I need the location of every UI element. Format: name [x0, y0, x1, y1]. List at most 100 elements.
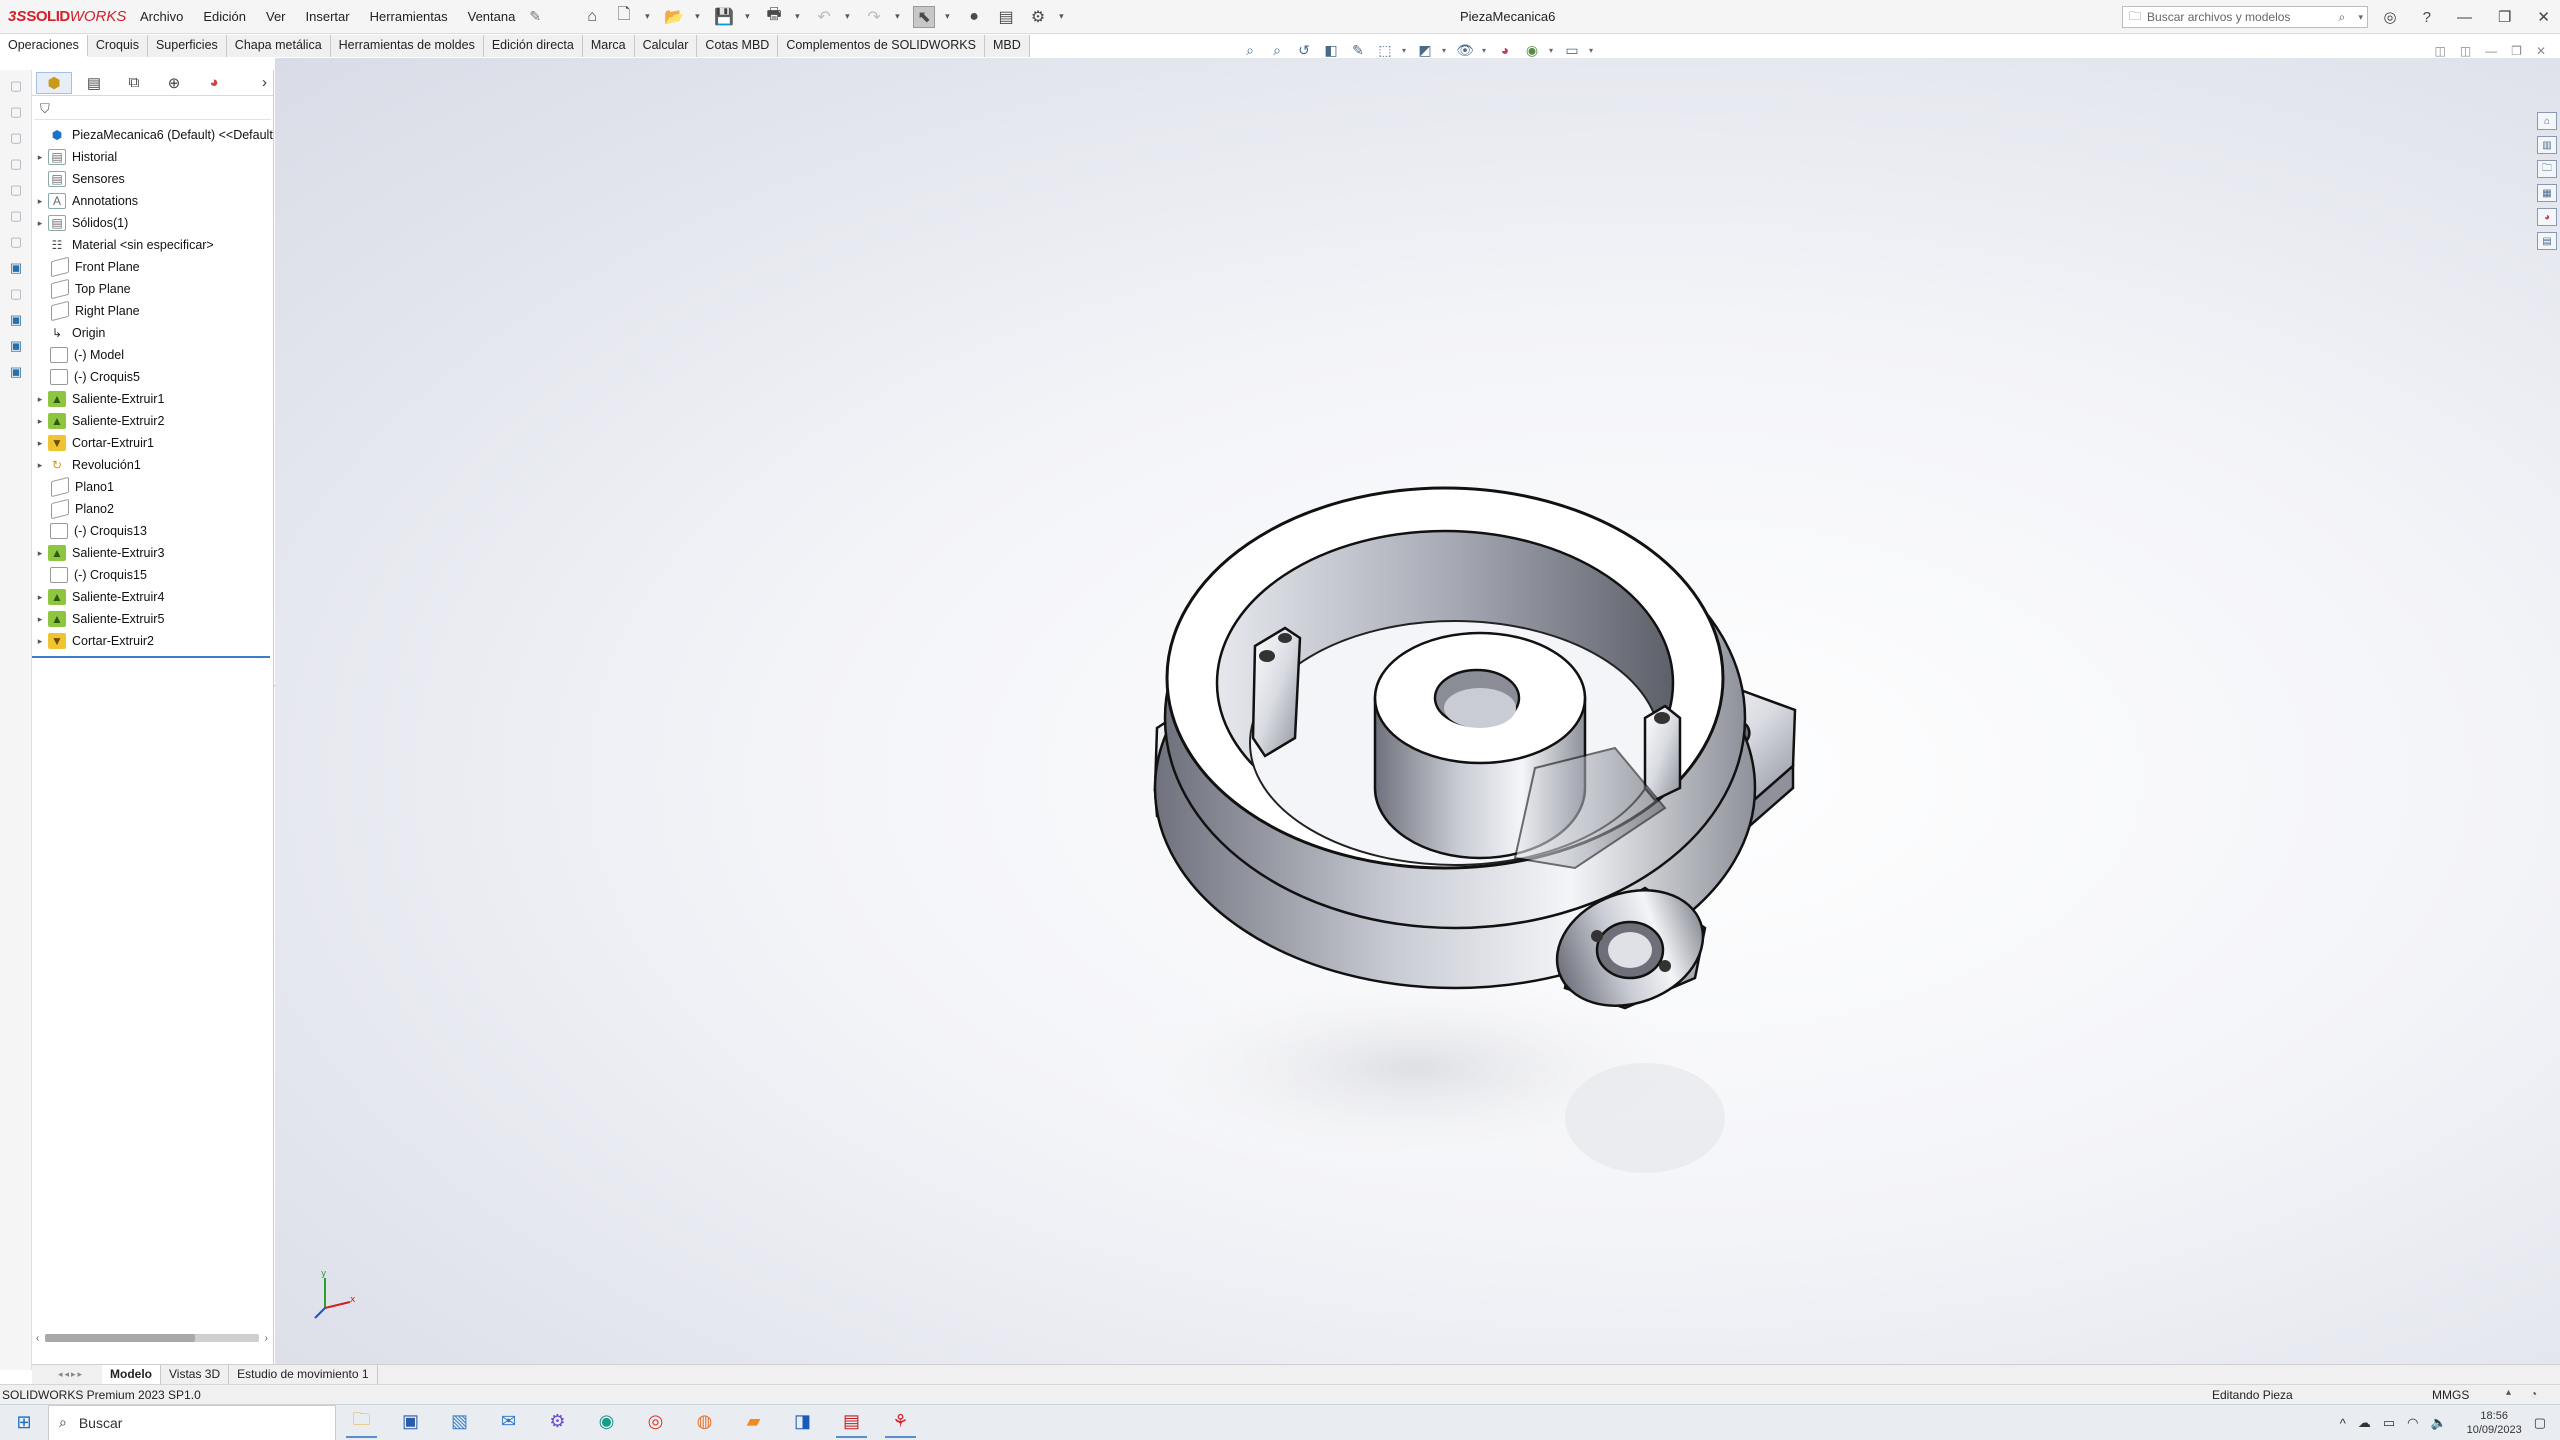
display-manager-tab-icon[interactable]: ◕ — [196, 72, 232, 94]
apply-scene-icon[interactable]: ◉ — [1522, 40, 1542, 60]
search-input[interactable]: Buscar archivos y modelos — [2147, 10, 2338, 24]
tab-complementos[interactable]: Complementos de SOLIDWORKS — [778, 35, 985, 57]
tab-estudio-movimiento[interactable]: Estudio de movimiento 1 — [229, 1364, 378, 1385]
tree-item[interactable]: ▸ ▼ Cortar-Extruir1 — [32, 432, 273, 454]
section-view-icon[interactable]: ◧ — [1321, 40, 1341, 60]
tree-item[interactable]: ▸ ↻ Revolución1 — [32, 454, 273, 476]
graphics-area[interactable]: x y — [275, 58, 2560, 1364]
tab-operaciones[interactable]: Operaciones — [0, 35, 88, 57]
tree-item[interactable]: Right Plane — [32, 300, 273, 322]
taskbar-clock[interactable]: 18:56 10/09/2023 — [2467, 1409, 2522, 1437]
search-scope-icon[interactable]: 🗀 — [2129, 7, 2141, 28]
open-dropdown-icon[interactable]: ▾ — [695, 11, 703, 22]
photos-icon[interactable]: ▧ — [444, 1407, 475, 1438]
custom-properties-icon[interactable]: ▤ — [2537, 232, 2557, 250]
doc-restore-icon[interactable]: ❐ — [2511, 44, 2522, 58]
hide-show-items-icon[interactable]: 👁 — [1455, 40, 1475, 60]
expand-arrow-icon[interactable]: ▸ — [32, 614, 48, 625]
tab-herramientas-moldes[interactable]: Herramientas de moldes — [330, 35, 484, 57]
windows-start-icon[interactable]: ⊞ — [0, 1412, 48, 1433]
taskbar-search[interactable]: ⌕ Buscar — [48, 1404, 336, 1440]
expand-arrow-icon[interactable]: ▸ — [32, 218, 48, 229]
scroll-left-icon[interactable]: ‹ — [36, 1333, 39, 1344]
search-icon[interactable]: ⌕ — [2338, 10, 2358, 25]
tree-item[interactable]: (-) Model — [32, 344, 273, 366]
expand-arrow-icon[interactable]: ▸ — [32, 438, 48, 449]
tree-item[interactable]: ▤ Sensores — [32, 168, 273, 190]
taskbar-search-input[interactable]: Buscar — [79, 1415, 123, 1431]
menu-herramientas[interactable]: Herramientas — [360, 9, 458, 24]
save-icon[interactable]: 💾 — [713, 6, 735, 28]
save-dropdown-icon[interactable]: ▾ — [745, 11, 753, 22]
toolbar-icon-9[interactable]: ▢ — [6, 284, 26, 304]
restore-icon[interactable]: ❐ — [2498, 8, 2511, 26]
file-explorer-pane-icon[interactable]: 🗀 — [2537, 160, 2557, 178]
tab-modelo[interactable]: Modelo — [102, 1364, 161, 1385]
search-box[interactable]: 🗀 Buscar archivos y modelos ⌕ ▾ — [2122, 6, 2368, 28]
scene-dropdown-icon[interactable]: ▾ — [1549, 46, 1555, 55]
tab-nav-arrows-icon[interactable]: ◂◂▸▸ — [32, 1369, 102, 1380]
minimize-icon[interactable]: — — [2457, 9, 2472, 26]
help-tooltip-icon[interactable]: ◔ — [2530, 1387, 2537, 1401]
tab-superficies[interactable]: Superficies — [147, 35, 227, 57]
tab-cotas-mbd[interactable]: Cotas MBD — [697, 35, 779, 57]
tab-chapa-metalica[interactable]: Chapa metálica — [226, 35, 331, 57]
menu-edicion[interactable]: Edición — [193, 9, 256, 24]
tree-item[interactable]: ▸ ▼ Cortar-Extruir2 — [32, 630, 273, 652]
menu-insertar[interactable]: Insertar — [296, 9, 360, 24]
new-dropdown-icon[interactable]: ▾ — [645, 11, 653, 22]
help-icon[interactable]: ? — [2423, 9, 2431, 26]
toolbar-icon-1[interactable]: ▢ — [6, 76, 26, 96]
print-icon[interactable]: 🖶 — [763, 6, 785, 28]
scroll-track[interactable] — [45, 1334, 259, 1342]
tree-item[interactable]: ▸ ▲ Saliente-Extruir5 — [32, 608, 273, 630]
file-properties-icon[interactable]: ▤ — [995, 6, 1017, 28]
tree-item[interactable]: ▸ ▲ Saliente-Extruir3 — [32, 542, 273, 564]
view-orientation-icon[interactable]: ⬚ — [1375, 40, 1395, 60]
tree-item[interactable]: Plano1 — [32, 476, 273, 498]
solidworks-2023-icon[interactable]: ▤ — [836, 1407, 867, 1438]
expand-arrow-icon[interactable]: ▸ — [32, 416, 48, 427]
home-icon[interactable]: ⌂ — [581, 6, 603, 28]
tree-item[interactable]: Front Plane — [32, 256, 273, 278]
expand-arrow-icon[interactable]: ▸ — [32, 196, 48, 207]
tab-vistas-3d[interactable]: Vistas 3D — [161, 1364, 230, 1385]
tree-item[interactable]: ▸ A Annotations — [32, 190, 273, 212]
display-style-icon[interactable]: ◩ — [1415, 40, 1435, 60]
print-dropdown-icon[interactable]: ▾ — [795, 11, 803, 22]
tray-volume-icon[interactable]: 🔈 — [2430, 1415, 2446, 1431]
tab-marca[interactable]: Marca — [582, 35, 635, 57]
rollback-bar[interactable] — [32, 656, 270, 658]
scroll-right-icon[interactable]: › — [265, 1333, 268, 1344]
tab-croquis[interactable]: Croquis — [87, 35, 148, 57]
tile-left-icon[interactable]: ◫ — [2434, 44, 2445, 58]
view-settings-icon[interactable]: ▭ — [1562, 40, 1582, 60]
settings-icon[interactable]: ⚙ — [542, 1407, 573, 1438]
tree-item[interactable]: Top Plane — [32, 278, 273, 300]
previous-view-icon[interactable]: ↺ — [1294, 40, 1314, 60]
more-tabs-chevron-icon[interactable]: › — [262, 74, 267, 91]
new-document-icon[interactable]: 🗋 — [613, 6, 635, 28]
toolbar-icon-2[interactable]: ▢ — [6, 102, 26, 122]
options-dropdown-icon[interactable]: ▾ — [1059, 11, 1067, 22]
toolbar-icon-3[interactable]: ▢ — [6, 128, 26, 148]
pin-menu-icon[interactable]: ✎ — [529, 8, 541, 25]
toolbar-icon-4[interactable]: ▢ — [6, 154, 26, 174]
tile-right-icon[interactable]: ◫ — [2460, 44, 2471, 58]
doc-minimize-icon[interactable]: — — [2485, 44, 2497, 58]
property-manager-tab-icon[interactable]: ▤ — [76, 72, 112, 94]
select-pointer-icon[interactable]: ⬉ — [913, 5, 936, 28]
expand-arrow-icon[interactable]: ▸ — [32, 548, 48, 559]
toolbar-icon-10[interactable]: ▣ — [6, 310, 26, 330]
tab-mbd[interactable]: MBD — [984, 35, 1030, 57]
options-gear-icon[interactable]: ⚙ — [1027, 6, 1049, 28]
scroll-thumb[interactable] — [45, 1334, 195, 1342]
tray-cloud-icon[interactable]: ☁ — [2358, 1415, 2371, 1431]
dynamic-annotation-icon[interactable]: ✎ — [1348, 40, 1368, 60]
expand-arrow-icon[interactable]: ▸ — [32, 636, 48, 647]
design-library-icon[interactable]: ▥ — [2537, 136, 2557, 154]
unit-system[interactable]: MMGS — [2432, 1388, 2469, 1402]
tree-item[interactable]: ↳ Origin — [32, 322, 273, 344]
hide-show-dropdown-icon[interactable]: ▾ — [1482, 46, 1488, 55]
view-palette-icon[interactable]: ▦ — [2537, 184, 2557, 202]
